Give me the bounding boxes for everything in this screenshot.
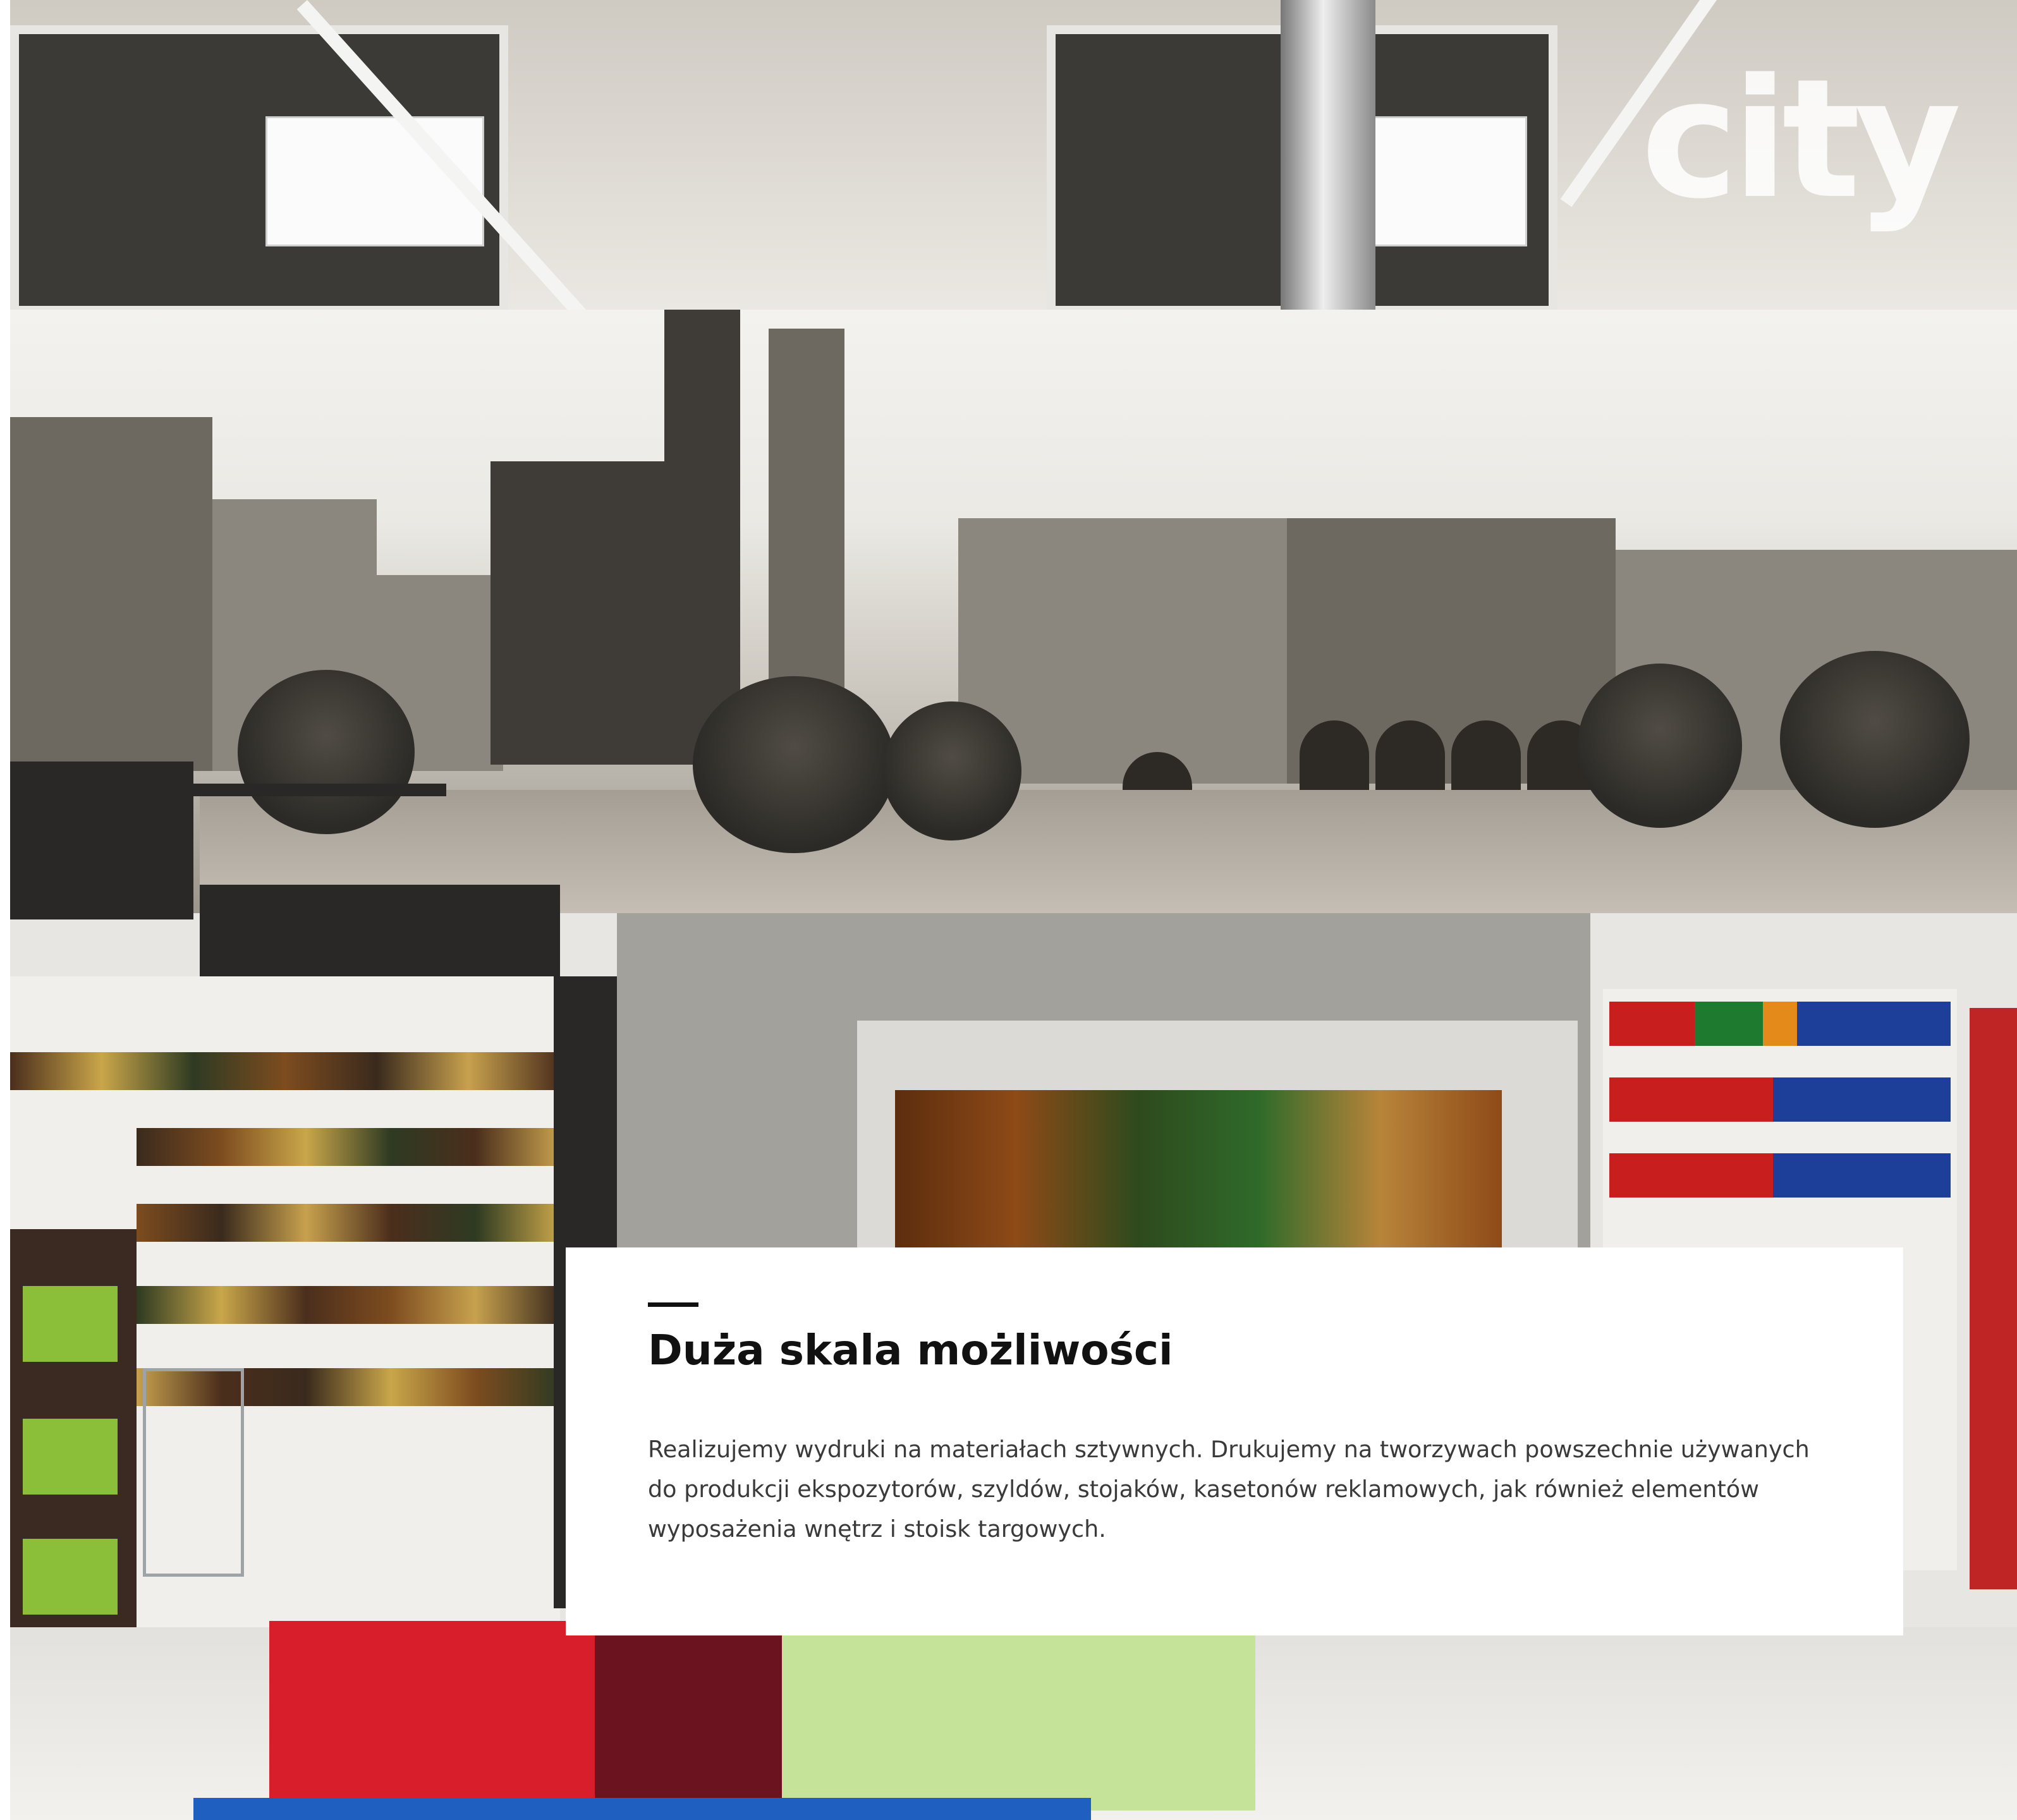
section-title: Duża skala możliwości (648, 1326, 1173, 1374)
section-body: Realizujemy wydruki na materiałach sztyw… (648, 1436, 1810, 1543)
city-logo: city (1641, 44, 1961, 235)
cooler-right (1970, 1008, 2017, 1589)
document-page: city Duża skala możliwości Realizujemy w… (0, 0, 2017, 1820)
drinks-pallet (269, 1621, 1255, 1811)
shopping-cart (143, 1368, 244, 1577)
historic-mural (10, 310, 2017, 913)
title-rule (648, 1302, 698, 1307)
upper-window-left (10, 25, 508, 315)
text-card: Duża skala możliwości Realizujemy wydruk… (566, 1247, 1903, 1635)
pallet-base (193, 1798, 1091, 1820)
hanging-sign (10, 761, 193, 919)
